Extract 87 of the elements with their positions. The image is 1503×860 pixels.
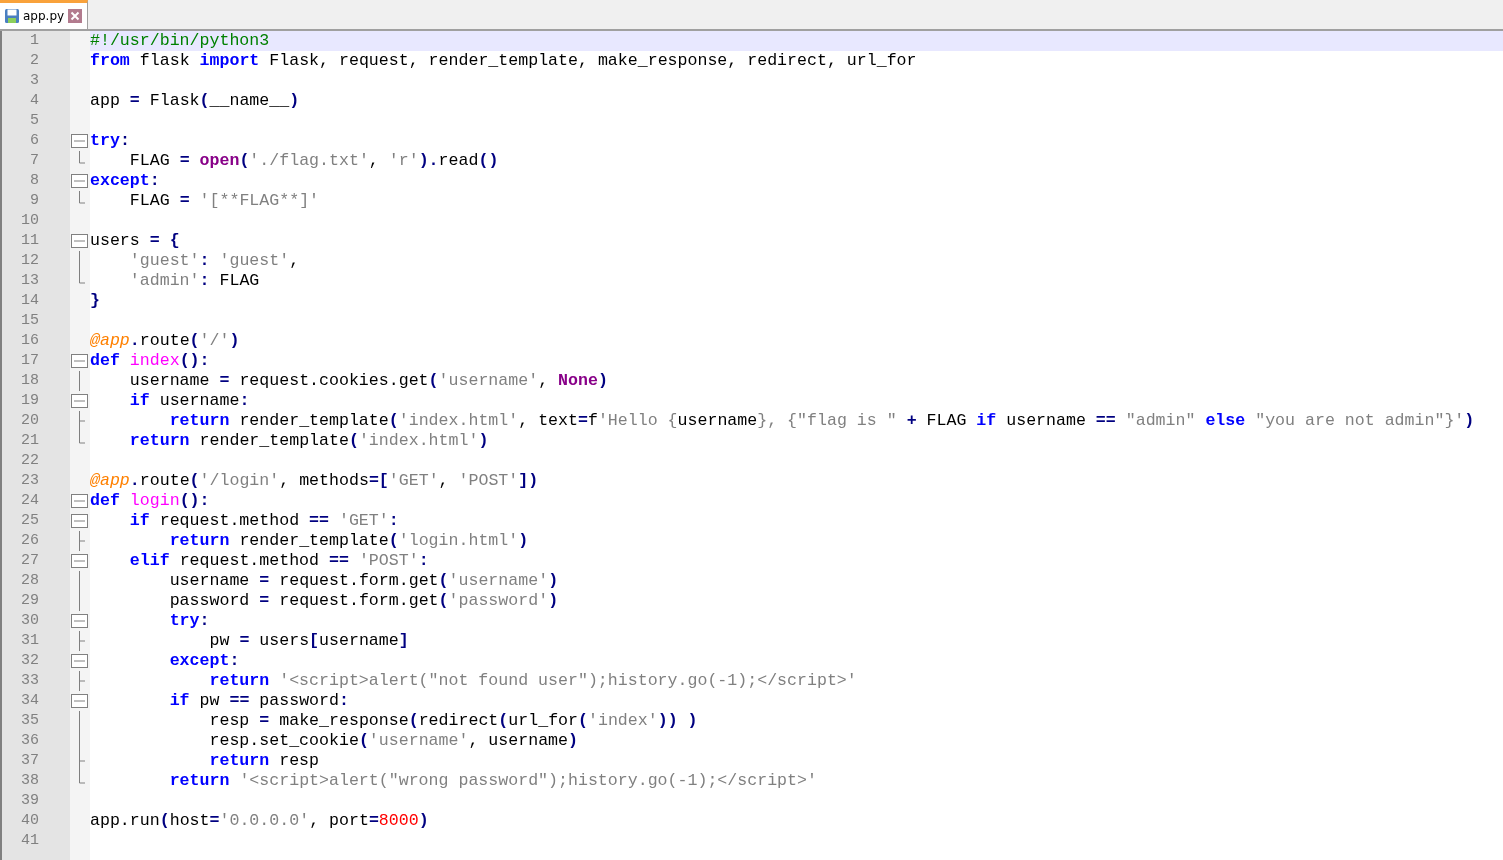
line-number: 17 [20,351,40,371]
line-number: 32 [20,651,40,671]
line-number: 28 [20,571,40,591]
code-line: @app.route('/login', methods=['GET', 'POST']) [90,471,540,491]
code-line: 'admin': FLAG [128,271,261,291]
code-line: return resp [208,751,321,771]
line-number: 10 [20,211,40,231]
line-number: 19 [20,391,40,411]
code-line: def index(): [90,351,211,371]
code-line: app.run(host='0.0.0.0', port=8000) [90,811,430,831]
code-line: FLAG = '[**FLAG**]' [128,191,321,211]
line-number: 8 [29,171,40,191]
code-line: except: [90,171,161,191]
code-line: users = { [90,231,181,251]
fold-toggle-icon[interactable] [71,694,88,708]
fold-toggle-icon[interactable] [71,354,88,368]
code-line: def login(): [90,491,211,511]
line-number: 39 [20,791,40,811]
line-number: 25 [20,511,40,531]
line-number: 34 [20,691,40,711]
line-number: 31 [20,631,40,651]
code-line: 'guest': 'guest', [128,251,301,271]
code-line: if request.method == 'GET': [128,511,400,531]
code-line: return '<script>alert("wrong password");history.go(-1);</script>' [168,771,818,791]
line-number: 29 [20,591,40,611]
fold-toggle-icon[interactable] [71,654,88,668]
line-number: 40 [20,811,40,831]
line-number: 11 [20,231,40,251]
line-number: 7 [29,151,40,171]
code-line: password = request.form.get('password') [168,591,560,611]
line-number: 24 [20,491,40,511]
line-number: 30 [20,611,40,631]
fold-toggle-icon[interactable] [71,554,88,568]
code-line: elif request.method == 'POST': [128,551,430,571]
code-line: username = request.form.get('username') [168,571,560,591]
line-number: 13 [20,271,40,291]
line-number: 21 [20,431,40,451]
code-line: if username: [128,391,251,411]
line-number: 18 [20,371,40,391]
line-number: 6 [29,131,40,151]
line-number: 36 [20,731,40,751]
line-number: 23 [20,471,40,491]
code-line: resp.set_cookie('username', username) [208,731,579,751]
line-number: 26 [20,531,40,551]
line-number: 4 [29,91,40,111]
code-line: try: [168,611,211,631]
fold-toggle-icon[interactable] [71,234,88,248]
code-line: pw = users[username] [208,631,410,651]
code-line: return render_template('index.html') [128,431,490,451]
line-number: 33 [20,671,40,691]
code-line: username = request.cookies.get('username', None) [128,371,609,391]
line-number: 35 [20,711,40,731]
line-number: 3 [29,71,40,91]
line-number: 27 [20,551,40,571]
line-number: 20 [20,411,40,431]
line-number: 1 [29,31,40,51]
fold-toggle-icon[interactable] [71,494,88,508]
code-line: } [90,291,101,311]
line-number: 37 [20,751,40,771]
line-number: 2 [29,51,40,71]
line-number: 22 [20,451,40,471]
code-line: return render_template('index.html', text=f'Hello {username}, {"flag is " + FLAG if username == "admin" else "you are not admin"}') [168,411,1476,431]
code-line: FLAG = open('./flag.txt', 'r').read() [128,151,500,171]
code-line: app = Flask(__name__) [90,91,301,111]
line-number: 38 [20,771,40,791]
fold-toggle-icon[interactable] [71,394,88,408]
fold-toggle-icon[interactable] [71,134,88,148]
line-number: 5 [29,111,40,131]
code-line: except: [168,651,241,671]
code-line: @app.route('/') [90,331,241,351]
code-line: try: [90,131,131,151]
code-line: if pw == password: [168,691,350,711]
fold-toggle-icon[interactable] [71,174,88,188]
line-number: 9 [29,191,40,211]
line-number: 12 [20,251,40,271]
line-number: 16 [20,331,40,351]
line-number: 14 [20,291,40,311]
code-line: return '<script>alert("not found user");history.go(-1);</script>' [208,671,858,691]
line-number: 41 [20,831,40,851]
line-number: 15 [20,311,40,331]
fold-toggle-icon[interactable] [71,514,88,528]
close-icon[interactable] [67,8,84,24]
file-tab[interactable]: app.py [0,0,89,29]
fold-toggle-icon[interactable] [71,614,88,628]
code-line: from flask import Flask, request, render_template, make_response, redirect, url_for [90,51,918,71]
code-line: return render_template('login.html') [168,531,530,551]
code-line: resp = make_response(redirect(url_for('index')) ) [208,711,699,731]
